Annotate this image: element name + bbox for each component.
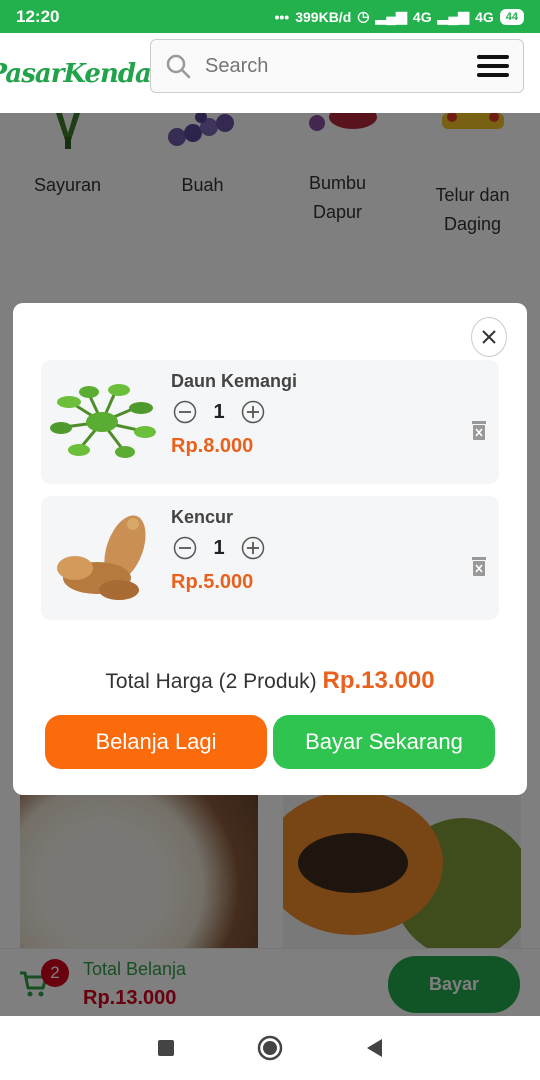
system-nav-bar xyxy=(0,1016,540,1080)
item-price: Rp.8.000 xyxy=(171,435,254,457)
close-icon xyxy=(482,330,496,344)
recents-icon[interactable] xyxy=(157,1039,175,1057)
app-logo[interactable]: PasarKendari xyxy=(0,41,173,107)
item-name: Daun Kemangi xyxy=(171,371,298,391)
pay-now-button[interactable]: Bayar Sekarang xyxy=(273,715,495,769)
cart-item: Kencur 1 Rp.5.000 xyxy=(41,496,499,620)
trash-icon[interactable] xyxy=(471,420,487,440)
order-summary: Total Harga (2 Produk) Rp.13.000 xyxy=(13,667,527,695)
network-type-1: 4G xyxy=(412,8,432,25)
signal-icon-2: ▂▄▆ xyxy=(437,8,470,24)
cart-modal: Daun Kemangi 1 Rp.8.000 Kencur 1 Rp.5.00… xyxy=(13,303,527,795)
item-name: Kencur xyxy=(171,507,234,527)
battery-icon: 44 xyxy=(499,8,524,25)
signal-icon: ▂▄▆ xyxy=(375,8,407,24)
status-indicators: ••• 399KB/d ◷ ▂▄▆ 4G ▂▄▆ 4G 44 xyxy=(274,8,524,25)
total-price-label: Total Harga (2 Produk) xyxy=(105,670,317,693)
quantity-value: 1 xyxy=(213,536,225,559)
continue-shopping-button[interactable]: Belanja Lagi xyxy=(45,715,267,769)
item-price: Rp.5.000 xyxy=(171,571,254,593)
status-bar: 12:20 ••• 399KB/d ◷ ▂▄▆ 4G ▂▄▆ 4G 44 xyxy=(0,0,540,33)
quantity-stepper: 1 xyxy=(173,400,265,424)
product-image-kencur xyxy=(57,515,146,600)
trash-icon[interactable] xyxy=(471,556,487,576)
product-image-basil xyxy=(50,384,156,458)
status-time: 12:20 xyxy=(16,6,60,26)
notification-dots: ••• xyxy=(274,8,290,25)
close-button[interactable] xyxy=(471,317,507,357)
quantity-value: 1 xyxy=(213,400,225,423)
back-icon[interactable] xyxy=(365,1038,383,1058)
cart-item: Daun Kemangi 1 Rp.8.000 xyxy=(41,360,499,484)
alarm-icon: ◷ xyxy=(357,8,370,24)
search-icon xyxy=(166,54,191,79)
plus-icon[interactable] xyxy=(241,400,265,424)
minus-icon[interactable] xyxy=(173,400,197,424)
search-input[interactable] xyxy=(205,54,455,78)
quantity-stepper: 1 xyxy=(173,536,265,560)
menu-icon[interactable] xyxy=(477,55,509,77)
app-header: PasarKendari xyxy=(0,33,540,113)
network-speed: 399KB/d xyxy=(295,8,352,25)
total-price-value: Rp.13.000 xyxy=(322,667,435,694)
home-icon[interactable] xyxy=(257,1035,283,1061)
network-type-2: 4G xyxy=(475,8,494,25)
search-bar xyxy=(150,39,524,93)
minus-icon[interactable] xyxy=(173,536,197,560)
plus-icon[interactable] xyxy=(241,536,265,560)
